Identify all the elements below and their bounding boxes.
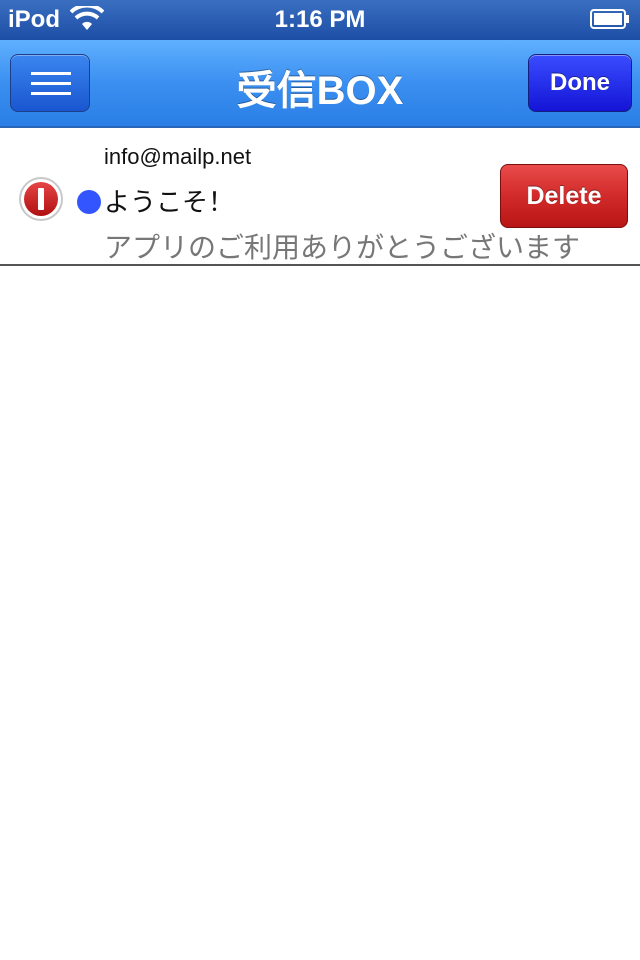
mail-preview: アプリのご利用ありがとうございます [104, 232, 581, 263]
status-time: 1:16 PM [274, 6, 366, 33]
page-title: 受信BOX [236, 69, 404, 113]
unread-indicator [77, 190, 101, 214]
hamburger-menu-icon [31, 72, 71, 96]
status-bar: iPod 1:16 PM [0, 0, 640, 40]
menu-button[interactable] [10, 54, 90, 112]
mail-list-item[interactable]: info@mailp.net ようこそ！ アプリのご利用ありがとうございます D… [0, 128, 640, 266]
battery-icon [590, 9, 629, 29]
delete-button[interactable]: Delete [500, 164, 628, 228]
done-button[interactable]: Done [528, 54, 632, 112]
mail-sender: info@mailp.net [104, 144, 252, 169]
navigation-bar: 受信BOX Done [0, 40, 640, 128]
mail-subject: ようこそ！ [104, 187, 235, 217]
delete-toggle-icon[interactable] [18, 176, 64, 222]
